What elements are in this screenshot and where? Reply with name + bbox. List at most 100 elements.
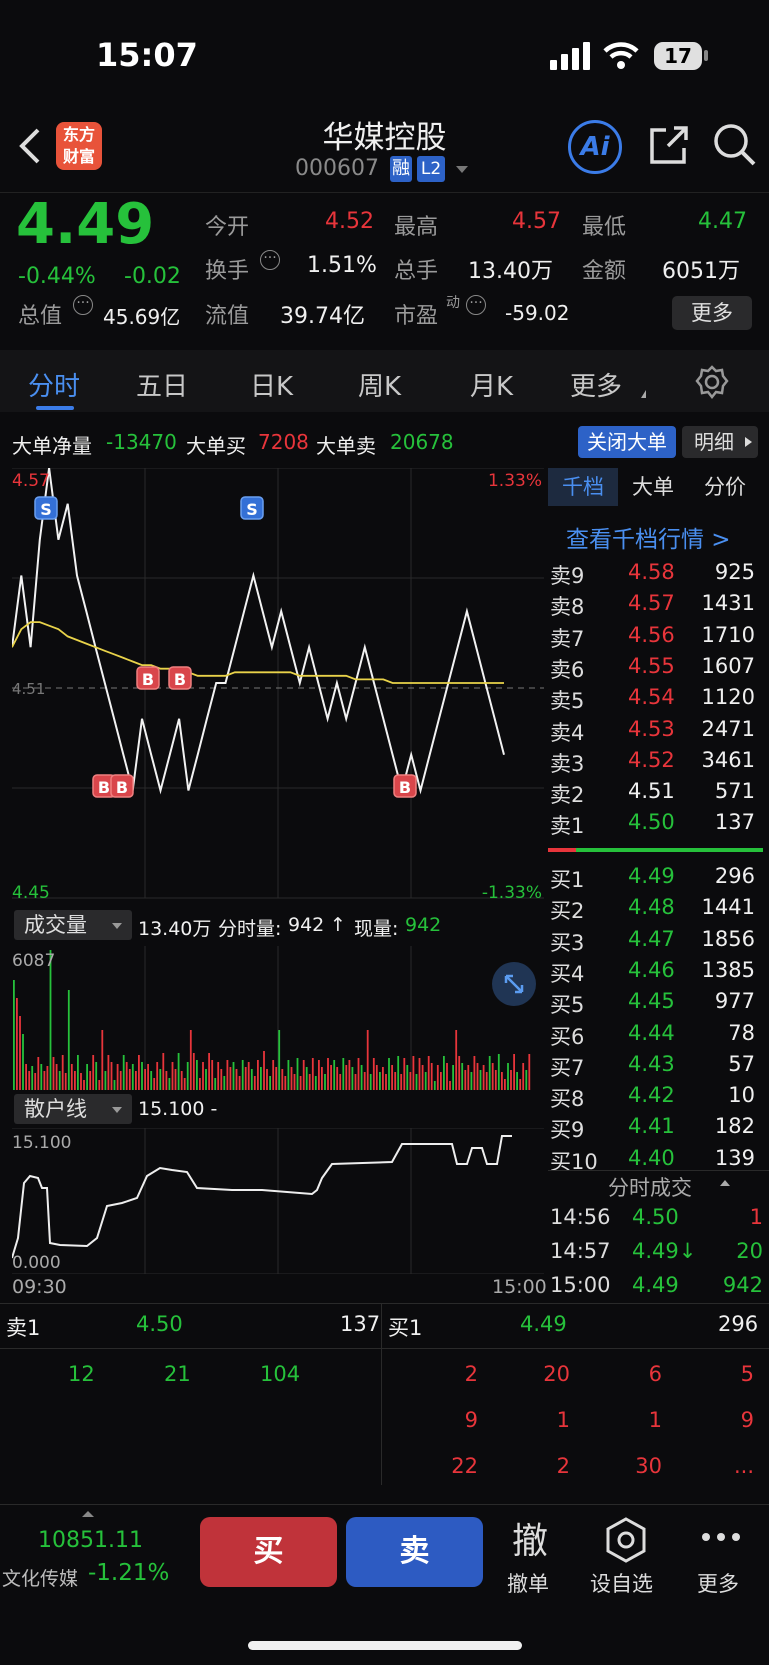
buy-marker[interactable]: B: [168, 666, 192, 690]
bid-row[interactable]: 买5 4.45 977: [548, 986, 769, 1017]
level-label: 买2: [550, 899, 585, 924]
sell-button[interactable]: 卖: [346, 1517, 483, 1587]
volume-bar: [244, 1067, 247, 1090]
bid-row[interactable]: 买4 4.46 1385: [548, 955, 769, 986]
watchlist-icon[interactable]: [604, 1516, 648, 1564]
volume-bar: [455, 1030, 458, 1090]
ask-row[interactable]: 卖9 4.58 925: [548, 557, 769, 588]
intraday-chart[interactable]: S SB BB BB 4.57 4.51 4.45 1.33% -1.33%: [12, 468, 544, 906]
info-icon[interactable]: ···: [466, 295, 486, 315]
ask-row[interactable]: 卖5 4.54 1120: [548, 682, 769, 713]
buy-marker[interactable]: B: [110, 774, 134, 798]
buy-button[interactable]: 买: [200, 1517, 337, 1587]
marker-label: B: [174, 670, 186, 689]
volume-bar: [406, 1065, 409, 1090]
bid-row[interactable]: 买2 4.48 1441: [548, 892, 769, 923]
volume-bar: [217, 1062, 220, 1090]
volume-bar: [171, 1062, 174, 1090]
bid-row[interactable]: 买6 4.44 78: [548, 1018, 769, 1049]
ask-row[interactable]: 卖2 4.51 571: [548, 776, 769, 807]
volume-bar: [269, 1076, 271, 1090]
volume-bar: [528, 1054, 531, 1090]
tab-monthly-k[interactable]: 月K: [470, 366, 513, 403]
net-label: 大单净量: [12, 434, 92, 458]
tab-daily-k[interactable]: 日K: [250, 366, 293, 403]
volume-bar: [482, 1065, 485, 1090]
volume-bar: [296, 1058, 299, 1090]
cancel-order-button[interactable]: 撤单: [507, 1568, 549, 1598]
more-quote-button[interactable]: 更多: [672, 296, 752, 330]
ask-row[interactable]: 卖6 4.55 1607: [548, 651, 769, 682]
level-price: 4.48: [628, 895, 675, 920]
mcap-value: 45.69亿: [103, 305, 181, 329]
index-name[interactable]: 文化传媒: [2, 1564, 78, 1591]
bid-row[interactable]: 买1 4.49 296: [548, 861, 769, 892]
ask-row[interactable]: 卖1 4.50 137: [548, 807, 769, 838]
level-price: 4.52: [628, 747, 675, 772]
close-big-order-button[interactable]: 关闭大单: [578, 426, 676, 458]
volume-bar: [485, 1072, 488, 1090]
bid-row[interactable]: 买8 4.42 10: [548, 1080, 769, 1111]
tab-more[interactable]: 更多: [570, 366, 622, 403]
level-price: 4.46: [628, 957, 675, 982]
volume-bar: [443, 1056, 445, 1090]
bid-row[interactable]: 买9 4.41 182: [548, 1111, 769, 1142]
tab-big-order[interactable]: 大单: [632, 468, 674, 506]
volume-bar: [83, 1080, 85, 1090]
tab-intraday[interactable]: 分时: [28, 366, 80, 403]
ask-row[interactable]: 卖3 4.52 3461: [548, 745, 769, 776]
share-icon[interactable]: [648, 124, 690, 166]
volume-chart: 6087: [12, 946, 531, 1090]
volume-bar: [232, 1062, 235, 1090]
tab-weekly-k[interactable]: 周K: [358, 366, 401, 403]
volume-bar: [162, 1053, 165, 1090]
volume-bar: [186, 1062, 189, 1090]
level-price: 4.57: [628, 591, 675, 616]
more-dots-icon[interactable]: [700, 1530, 742, 1544]
buy-marker[interactable]: B: [393, 774, 417, 798]
volume-bar: [19, 1016, 21, 1090]
chevron-down-icon[interactable]: [456, 166, 468, 173]
app-logo[interactable]: 东方 财富: [56, 122, 102, 170]
info-icon[interactable]: ···: [73, 295, 93, 315]
home-indicator[interactable]: [248, 1641, 522, 1650]
marker-label: B: [142, 670, 154, 689]
level-price: 4.41: [628, 1114, 675, 1139]
search-icon[interactable]: [712, 122, 758, 168]
caret-up-icon[interactable]: [720, 1180, 730, 1186]
bid-row[interactable]: 买3 4.47 1856: [548, 924, 769, 955]
sell-marker[interactable]: S: [34, 496, 58, 520]
chevron-down-icon: [112, 1107, 122, 1113]
thousand-level-link[interactable]: 查看千档行情 >: [566, 520, 731, 554]
sell-marker[interactable]: S: [240, 496, 264, 520]
ask-row[interactable]: 卖8 4.57 1431: [548, 588, 769, 619]
buy-marker[interactable]: B: [136, 666, 160, 690]
index-value[interactable]: 10851.11: [38, 1528, 143, 1553]
volume-bar: [436, 1065, 439, 1090]
info-icon[interactable]: ···: [260, 250, 280, 270]
tab-thousand-level[interactable]: 千档: [548, 468, 618, 506]
cancel-icon[interactable]: 撤: [512, 1512, 548, 1564]
volume-bar: [369, 1074, 372, 1090]
back-icon[interactable]: [16, 126, 42, 166]
queue-buy-item: ...: [733, 1454, 754, 1478]
ai-button[interactable]: Ai: [568, 120, 622, 174]
high-label: 最高: [394, 215, 439, 240]
level-label: 卖5: [550, 689, 585, 714]
ask-row[interactable]: 卖4 4.53 2471: [548, 714, 769, 745]
more-button[interactable]: 更多: [697, 1568, 739, 1598]
volume-bar: [412, 1056, 415, 1090]
volume-bar: [147, 1064, 149, 1090]
volume-bar: [260, 1067, 262, 1090]
index-pct[interactable]: -1.21%: [88, 1560, 169, 1586]
bid-row[interactable]: 买7 4.43 57: [548, 1049, 769, 1080]
level-label: 买7: [550, 1055, 585, 1080]
add-watchlist-button[interactable]: 设自选: [590, 1568, 653, 1598]
tab-five-day[interactable]: 五日: [136, 366, 188, 403]
gear-icon[interactable]: [694, 364, 730, 400]
caret-up-icon[interactable]: [82, 1511, 94, 1517]
volume-bar: [46, 1066, 49, 1090]
ask-row[interactable]: 卖7 4.56 1710: [548, 620, 769, 651]
expand-button[interactable]: [492, 962, 536, 1006]
tab-price-dist[interactable]: 分价: [704, 468, 746, 506]
